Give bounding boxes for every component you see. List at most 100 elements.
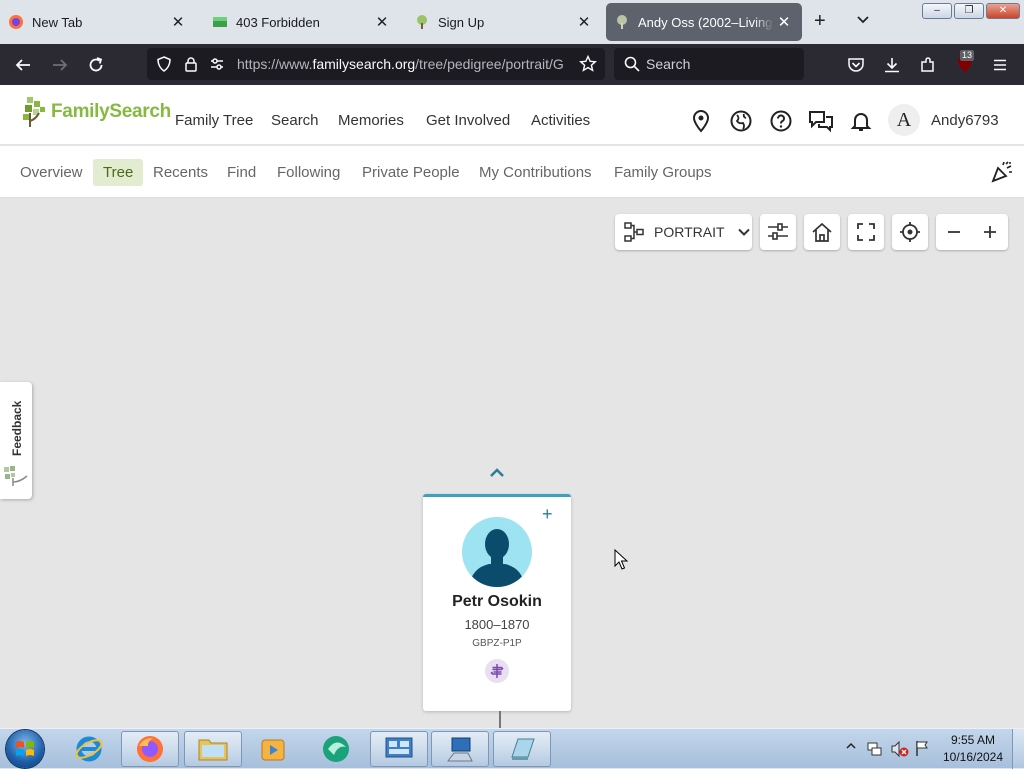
tab-list-chevron-icon[interactable]	[855, 12, 871, 28]
close-window-icon[interactable]: ✕	[986, 3, 1020, 19]
chevron-down-icon	[736, 224, 752, 240]
hamburger-menu-icon[interactable]	[991, 56, 1009, 74]
add-person-icon[interactable]: +	[542, 505, 553, 523]
show-desktop-button[interactable]	[1012, 729, 1024, 769]
subnav-recents[interactable]: Recents	[143, 159, 218, 186]
start-button[interactable]	[6, 730, 44, 768]
nav-family-tree[interactable]: Family Tree	[175, 112, 253, 129]
taskbar-firefox[interactable]	[121, 731, 179, 767]
subnav-find[interactable]: Find	[217, 159, 266, 186]
celebration-icon[interactable]	[990, 160, 1014, 184]
subnav-family-groups[interactable]: Family Groups	[604, 159, 722, 186]
taskbar-app-green[interactable]	[307, 731, 365, 767]
firefox-icon	[135, 734, 165, 764]
image-icon	[212, 14, 228, 30]
sliders-icon	[767, 222, 789, 242]
view-selector-label: PORTRAIT	[654, 224, 725, 240]
close-tab-icon[interactable]: ✕	[372, 13, 392, 31]
volume-muted-icon[interactable]	[890, 740, 910, 758]
taskbar-network[interactable]	[431, 731, 489, 767]
taskbar-file-explorer[interactable]	[184, 731, 242, 767]
close-tab-icon[interactable]: ✕	[574, 13, 594, 31]
nav-search[interactable]: Search	[271, 112, 319, 129]
ublock-extension-icon[interactable]: 13	[955, 50, 975, 74]
notifications-bell-icon[interactable]	[850, 110, 872, 132]
site-header: FamilySearch Family Tree Search Memories…	[0, 85, 1024, 145]
help-icon[interactable]	[770, 110, 792, 132]
new-tab-icon[interactable]: +	[814, 11, 826, 31]
messages-icon[interactable]	[808, 109, 834, 133]
subnav-following[interactable]: Following	[267, 159, 350, 186]
fullscreen-icon	[856, 222, 876, 242]
url-prefix: https://www.	[237, 56, 313, 72]
location-pin-icon[interactable]	[690, 109, 712, 133]
clock-date[interactable]: 10/16/2024	[940, 750, 1006, 764]
zoom-in-icon[interactable]	[982, 224, 998, 240]
subnav-overview[interactable]: Overview	[10, 159, 93, 186]
familysearch-logo[interactable]: FamilySearch	[22, 95, 171, 129]
taskbar-control-panel[interactable]	[370, 731, 428, 767]
flag-icon[interactable]	[914, 739, 932, 757]
downloads-icon[interactable]	[883, 56, 901, 74]
feedback-tree-icon	[2, 464, 30, 488]
feedback-tab[interactable]: Feedback	[0, 382, 32, 499]
avatar-initial: A	[896, 109, 912, 131]
close-tab-icon[interactable]: ✕	[774, 13, 794, 31]
taskbar-notepad[interactable]	[493, 731, 551, 767]
nav-get-involved[interactable]: Get Involved	[426, 112, 510, 129]
web-search-input[interactable]: Search	[614, 48, 804, 80]
person-portrait	[461, 516, 533, 588]
subnav-tree[interactable]: Tree	[93, 159, 144, 186]
reload-icon[interactable]	[87, 56, 105, 74]
username[interactable]: Andy6793	[931, 112, 999, 129]
expand-ancestors-chevron-icon[interactable]	[487, 466, 507, 480]
media-player-icon	[258, 734, 288, 764]
feedback-label: Feedback	[10, 400, 24, 456]
tab-403-forbidden[interactable]: 403 Forbidden ✕	[204, 3, 400, 41]
subnav-private-people[interactable]: Private People	[352, 159, 470, 186]
subnav-my-contributions[interactable]: My Contributions	[469, 159, 602, 186]
extensions-icon[interactable]	[919, 56, 937, 74]
home-button[interactable]	[804, 214, 840, 250]
control-panel-icon	[383, 735, 415, 763]
forward-icon[interactable]	[51, 56, 69, 74]
tree-settings-button[interactable]	[760, 214, 796, 250]
permissions-icon[interactable]	[209, 56, 225, 72]
pocket-icon[interactable]	[847, 56, 865, 74]
url-bar[interactable]: https://www.familysearch.org/tree/pedigr…	[147, 48, 605, 80]
tracking-shield-icon[interactable]	[156, 56, 172, 72]
back-icon[interactable]	[14, 56, 32, 74]
view-selector-dropdown[interactable]: PORTRAIT	[615, 214, 752, 250]
maximize-icon[interactable]: ❐	[954, 3, 984, 19]
avatar[interactable]: A	[888, 104, 920, 136]
tab-sign-up[interactable]: Sign Up ✕	[406, 3, 602, 41]
bookmark-star-icon[interactable]	[579, 55, 597, 73]
taskbar-media-player[interactable]	[244, 731, 302, 767]
fullscreen-button[interactable]	[848, 214, 884, 250]
tree-icon	[614, 14, 630, 30]
network-computer-icon	[444, 735, 476, 763]
research-hints-icon[interactable]	[485, 659, 509, 683]
recenter-button[interactable]	[892, 214, 928, 250]
home-icon	[811, 221, 833, 243]
show-hidden-icons-icon[interactable]	[846, 741, 856, 751]
globe-icon[interactable]	[730, 110, 752, 132]
nav-memories[interactable]: Memories	[338, 112, 404, 129]
windows-logo-icon	[16, 741, 34, 756]
windows-taskbar: 9:55 AM 10/16/2024	[0, 728, 1024, 769]
mouse-cursor-icon	[614, 549, 628, 571]
nav-activities[interactable]: Activities	[531, 112, 590, 129]
action-center-icon[interactable]	[866, 740, 884, 758]
clock-time[interactable]: 9:55 AM	[940, 733, 1006, 747]
zoom-out-icon[interactable]	[946, 224, 962, 240]
person-card[interactable]: + Petr Osokin 1800–1870 GBPZ-P1P	[423, 494, 571, 711]
url-domain: familysearch.org	[312, 56, 416, 72]
person-name[interactable]: Petr Osokin	[423, 593, 571, 611]
tab-andy-oss[interactable]: Andy Oss (2002–Living) • S ✕	[606, 3, 802, 41]
search-placeholder: Search	[646, 56, 691, 72]
taskbar-internet-explorer[interactable]	[60, 731, 118, 767]
lock-icon[interactable]	[183, 56, 199, 72]
tab-new-tab[interactable]: New Tab ✕	[0, 3, 196, 41]
minimize-icon[interactable]: –	[922, 3, 952, 19]
close-tab-icon[interactable]: ✕	[168, 13, 188, 31]
